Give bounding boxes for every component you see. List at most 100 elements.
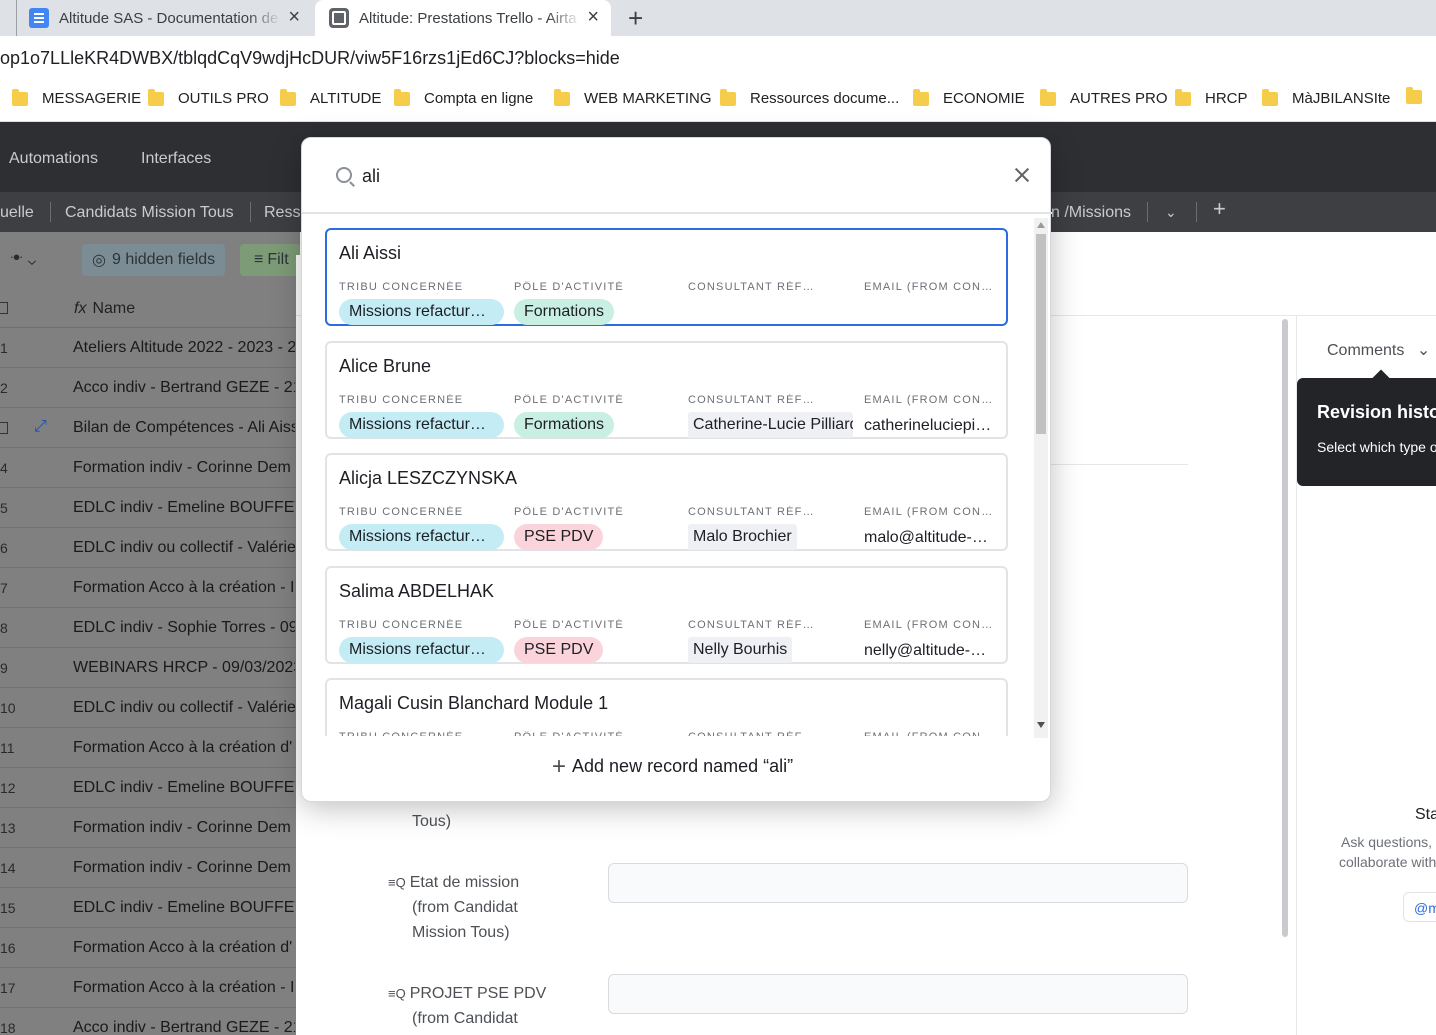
column-header-label: EMAIL (FROM CONSULTANT) (864, 506, 994, 518)
table-row[interactable]: 9 WEBINARS HRCP - 09/03/2023 (0, 648, 296, 688)
view-tab-missions[interactable]: n /Missions (1051, 204, 1131, 222)
bookmark-majbilans[interactable]: MàJBILANSIte (1262, 88, 1390, 107)
search-result-card[interactable]: Ali Aissi TRIBU CONCERNÉE PÔLE D'ACTIVITÉ C… (325, 228, 1008, 326)
row-number: 13 (0, 820, 16, 836)
close-tab-icon[interactable]: × (288, 7, 300, 27)
table-row[interactable]: 1 Ateliers Altitude 2022 - 2023 - 2 (0, 328, 296, 368)
address-bar[interactable]: op1o7LLleKR4DWBX/tblqdCqV9wdjHcDUR/viw5F… (0, 36, 1436, 76)
bookmark-outils-pro[interactable]: OUTILS PRO (148, 88, 269, 107)
bookmark-compta[interactable]: Compta en ligne (394, 88, 533, 107)
row-name-cell[interactable]: Acco indiv - Bertrand GEZE - 21 (73, 1019, 295, 1035)
row-name-cell[interactable]: Formation Acco à la création d' (73, 739, 295, 757)
add-view-plus-icon[interactable]: + (1213, 196, 1226, 222)
browser-tab-airtable[interactable]: Altitude: Prestations Trello - Airta × (315, 0, 611, 36)
search-result-card[interactable]: Magali Cusin Blanchard Module 1 TRIBU CON… (325, 678, 1008, 736)
people-icon[interactable]: ꔹ ⌄ (10, 250, 36, 268)
table-row[interactable]: Bilan de Compétences - Ali Aiss ⤢ (0, 408, 296, 448)
add-new-record-button[interactable]: + Add new record named “ali” (552, 752, 793, 780)
row-name-cell[interactable]: Formation Acco à la création - I (73, 979, 295, 997)
row-name-cell[interactable]: EDLC indiv - Emeline BOUFFET (73, 779, 295, 797)
new-tab-plus-icon[interactable]: + (628, 3, 643, 34)
formula-icon: fx (74, 300, 87, 317)
tooltip-title: Revision histo (1317, 402, 1436, 422)
table-row[interactable]: 16 Formation Acco à la création d' (0, 928, 296, 968)
search-result-card[interactable]: Alice Brune TRIBU CONCERNÉE PÔLE D'ACTIVIT… (325, 340, 1008, 439)
airtable-icon (329, 8, 349, 28)
row-name-cell[interactable]: Bilan de Compétences - Ali Aiss (73, 419, 295, 437)
scroll-up-arrow-icon[interactable] (1037, 222, 1045, 228)
row-name-cell[interactable]: Formation indiv - Corinne Dem (73, 859, 295, 877)
table-row[interactable]: 5 EDLC indiv - Emeline BOUFFET (0, 488, 296, 528)
row-name-cell[interactable]: WEBINARS HRCP - 09/03/2023 (73, 659, 295, 677)
bookmark-autres-pro[interactable]: AUTRES PRO (1040, 88, 1168, 107)
bookmark-messagerie[interactable]: MESSAGERIE (12, 88, 141, 107)
search-result-card[interactable]: Salima ABDELHAK TRIBU CONCERNÉE PÔLE D'ACT… (325, 565, 1008, 664)
scrollbar-thumb[interactable] (1036, 234, 1046, 434)
scroll-down-arrow-icon[interactable] (1037, 722, 1045, 728)
bookmark-web-marketing[interactable]: WEB MARKETING (554, 88, 712, 107)
label-line: PROJET PSE PDV (409, 985, 547, 1002)
row-name-cell[interactable]: Formation indiv - Corinne Dem (73, 819, 295, 837)
column-header-label: PÔLE D'ACTIVITÉ (514, 731, 644, 736)
table-row[interactable]: 17 Formation Acco à la création - I (0, 968, 296, 1008)
folder-icon (394, 88, 410, 106)
bookmark-ressources[interactable]: Ressources docume... (720, 88, 899, 107)
close-icon[interactable] (1011, 164, 1033, 186)
row-name-cell[interactable]: Formation Acco à la création d' (73, 939, 295, 957)
table-row[interactable]: 14 Formation indiv - Corinne Dem (0, 848, 296, 888)
row-name-cell[interactable]: EDLC indiv ou collectif - Valérie (73, 699, 295, 717)
table-row[interactable]: 12 EDLC indiv - Emeline BOUFFET (0, 768, 296, 808)
close-tab-icon[interactable]: × (587, 7, 599, 27)
hidden-fields-button[interactable]: ◎ 9 hidden fields (82, 244, 226, 276)
row-name-cell[interactable]: EDLC indiv ou collectif - Valérie (73, 539, 295, 557)
bookmark-altitude[interactable]: ALTITUDE (280, 88, 381, 107)
comments-tab[interactable]: Comments ⌄ (1327, 340, 1430, 360)
nav-interfaces[interactable]: Interfaces (141, 150, 211, 168)
search-input[interactable] (362, 162, 962, 190)
chevron-down-icon[interactable]: ⌄ (1165, 204, 1177, 221)
results-scrollbar[interactable] (1034, 218, 1048, 738)
search-result-card[interactable]: Alicja LESZCZYNSKA TRIBU CONCERNÉE PÔLE D'… (325, 453, 1008, 551)
projet-pse-field[interactable] (608, 974, 1188, 1014)
column-header-label: CONSULTANT RÉFÉRENT (688, 506, 818, 518)
expand-record-icon[interactable]: ⤢ (34, 418, 47, 436)
nav-automations[interactable]: Automations (9, 150, 98, 168)
bookmark-label: HRCP (1205, 90, 1248, 107)
table-row[interactable]: 7 Formation Acco à la création - I (0, 568, 296, 608)
column-header-label: TRIBU CONCERNÉE (339, 393, 464, 406)
plus-icon: + (552, 752, 567, 780)
bookmark-hrcp[interactable]: HRCP (1175, 88, 1248, 107)
table-row[interactable]: 4 Formation indiv - Corinne Dem (0, 448, 296, 488)
row-name-cell[interactable]: EDLC indiv - Emeline BOUFFET (73, 899, 295, 917)
table-row[interactable]: 15 EDLC indiv - Emeline BOUFFET (0, 888, 296, 928)
record-scrollbar[interactable] (1282, 319, 1288, 937)
tab-title: Altitude: Prestations Trello - Airta (359, 9, 577, 27)
row-name-cell[interactable]: EDLC indiv - Emeline BOUFFET (73, 499, 295, 517)
etat-mission-field[interactable] (608, 863, 1188, 903)
browser-tab-bar: Altitude SAS - Documentation de × Altitu… (0, 0, 1436, 36)
table-row[interactable]: 11 Formation Acco à la création d' (0, 728, 296, 768)
view-tab[interactable]: uelle (0, 204, 34, 222)
browser-tab-documentation[interactable]: Altitude SAS - Documentation de × (16, 0, 312, 36)
table-row[interactable]: 10 EDLC indiv ou collectif - Valérie (0, 688, 296, 728)
table-row[interactable]: 6 EDLC indiv ou collectif - Valérie (0, 528, 296, 568)
row-name-cell[interactable]: Formation indiv - Corinne Dem (73, 459, 295, 477)
row-checkbox[interactable] (0, 422, 8, 434)
row-name-cell[interactable]: Formation Acco à la création - I (73, 579, 295, 597)
table-row[interactable]: 2 Acco indiv - Bertrand GEZE - 21 (0, 368, 296, 408)
bookmark-more[interactable] (1406, 87, 1436, 104)
column-header-label: CONSULTANT RÉFÉRENT (688, 281, 818, 293)
filter-button[interactable]: ≡ Filt (240, 244, 300, 276)
table-row[interactable]: 13 Formation indiv - Corinne Dem (0, 808, 296, 848)
name-column-header[interactable]: fx Name (74, 300, 135, 318)
row-name-cell[interactable]: EDLC indiv - Sophie Torres - 09, (73, 619, 295, 637)
table-row[interactable]: 8 EDLC indiv - Sophie Torres - 09, (0, 608, 296, 648)
row-name-cell[interactable]: Acco indiv - Bertrand GEZE - 21 (73, 379, 295, 397)
table-row[interactable]: 18 Acco indiv - Bertrand GEZE - 21 (0, 1008, 296, 1035)
bookmark-economie[interactable]: ECONOMIE (913, 88, 1025, 107)
mention-button[interactable]: @m (1403, 892, 1436, 922)
view-tab-candidats[interactable]: Candidats Mission Tous (65, 204, 234, 222)
row-name-cell[interactable]: Ateliers Altitude 2022 - 2023 - 2 (73, 339, 295, 357)
row-number: 1 (0, 340, 8, 356)
select-all-checkbox[interactable] (0, 302, 8, 314)
